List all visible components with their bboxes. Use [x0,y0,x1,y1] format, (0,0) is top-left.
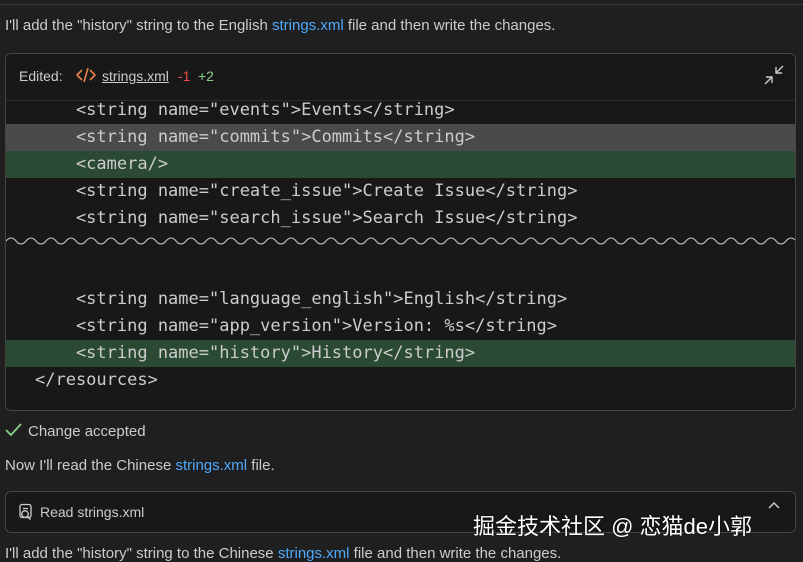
code-line-context: <string name="app_version">Version: %s</… [35,316,557,336]
edited-file-link[interactable]: strings.xml [102,68,169,84]
message-text: I'll add the "history" string to the Eng… [5,17,272,34]
expand-icon[interactable] [763,64,785,86]
edited-file-header: Edited: strings.xml -1 +2 [6,54,795,100]
message-text: file and then write the changes. [343,17,556,34]
message-text: file. [247,457,275,474]
change-accepted-status: Change accepted [5,423,146,440]
watermark: 掘金技术社区 @ 恋猫de小郭 [473,514,753,539]
code-line-context: <string name="search_issue">Search Issue… [35,208,578,228]
change-accepted-text: Change accepted [28,423,146,440]
strings-xml-link[interactable]: strings.xml [175,457,247,474]
code-icon [76,67,96,83]
check-icon [5,423,22,437]
edited-label: Edited: [19,68,63,84]
chevron-up-icon[interactable] [767,500,781,510]
previous-card-bottom-edge [0,0,803,5]
removed-line-count: -1 [178,68,191,84]
collapsed-lines-wave[interactable] [6,234,795,248]
code-line-context: <string name="create_issue">Create Issue… [35,181,578,201]
assistant-message-chinese-write: I'll add the "history" string to the Chi… [5,545,561,562]
code-line-removed: <string name="commits">Commits</string> [6,124,795,151]
diff-code-view[interactable]: <string name="events">Events</string> <s… [6,100,795,410]
code-line-added: <string name="history">History</string> [6,340,795,367]
code-line-added: <camera/> [6,151,795,178]
code-line-context: <string name="language_english">English<… [35,289,568,309]
assistant-message-english: I'll add the "history" string to the Eng… [5,17,555,34]
message-text: Now I'll read the Chinese [5,457,176,474]
message-text: I'll add the "history" string to the Chi… [5,545,278,562]
added-line-count: +2 [198,68,214,84]
strings-xml-link[interactable]: strings.xml [272,17,344,34]
code-line-context: <string name="events">Events</string> [35,100,455,120]
message-text: file and then write the changes. [349,545,562,562]
edited-file-card: Edited: strings.xml -1 +2 <string name="… [5,53,796,411]
code-line-context: </resources> [35,370,158,390]
read-file-icon [19,503,32,520]
assistant-message-chinese-read: Now I'll read the Chinese strings.xml fi… [5,457,275,474]
read-file-label: Read strings.xml [40,504,145,520]
strings-xml-link[interactable]: strings.xml [278,545,350,562]
